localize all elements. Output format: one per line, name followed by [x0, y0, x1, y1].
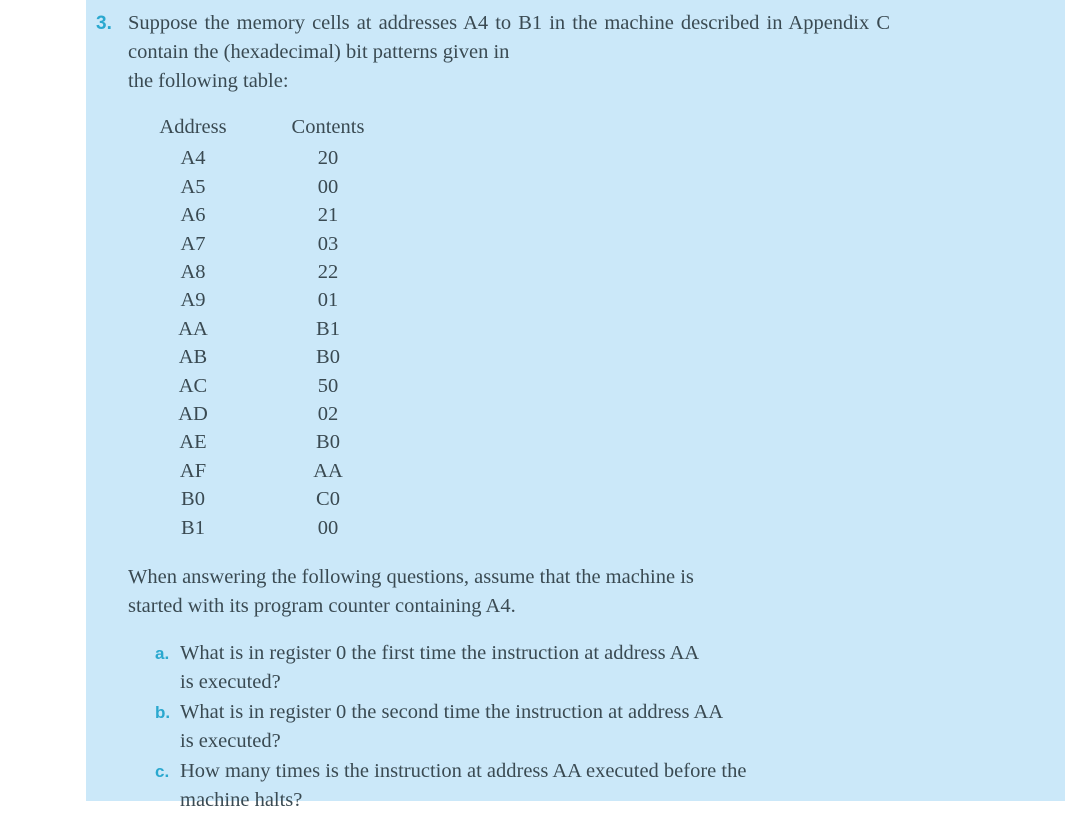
intro-line-3: the following table:	[128, 70, 289, 92]
cell-contents: B0	[316, 346, 340, 369]
cell-address: AC	[178, 374, 208, 397]
memory-contents-table: Address Contents A4 20 A5 00 A6 21 A7 03 A8 22 A9 0…	[133, 113, 403, 542]
table-row: A7 03	[133, 230, 403, 258]
cell-contents: 20	[317, 147, 339, 170]
cell-address: AE	[179, 431, 207, 454]
page-root: 3. Suppose the memory cells at addresses…	[0, 0, 1065, 811]
column-header-address: Address	[159, 116, 227, 138]
cell-address: A5	[180, 175, 206, 198]
table-head: Address Contents	[133, 113, 403, 144]
subquestion-letter: b.	[155, 703, 171, 723]
subquestion-line-1: What is in register 0 the second time th…	[180, 701, 724, 724]
table-row: AB B0	[133, 343, 403, 371]
assume-line-2: started with its program counter contain…	[128, 595, 516, 618]
cell-contents: 00	[317, 516, 339, 539]
table-row: AF AA	[133, 457, 403, 485]
subquestion-text: What is in register 0 the first time the…	[180, 639, 891, 697]
subquestion-text: What is in register 0 the second time th…	[180, 698, 891, 756]
intro-line-1: Suppose the memory cells at addresses A4…	[128, 12, 674, 34]
table-row: A8 22	[133, 258, 403, 286]
cell-address: A9	[180, 289, 206, 312]
subquestion-b: b. What is in register 0 the second time …	[155, 698, 891, 756]
problem-number: 3.	[96, 13, 112, 34]
cell-address: AF	[179, 459, 207, 482]
subquestion-c: c. How many times is the instruction at a…	[155, 757, 891, 815]
subquestion-letter: a.	[155, 644, 170, 664]
cell-address: A4	[180, 147, 206, 170]
subquestion-line-1: How many times is the instruction at add…	[180, 760, 747, 783]
cell-address: AA	[178, 317, 208, 340]
table-row: B1 00	[133, 514, 403, 542]
cell-address: AB	[178, 346, 208, 369]
cell-contents: 22	[317, 261, 339, 284]
cell-address: B1	[181, 516, 205, 539]
column-header-contents: Contents	[291, 116, 365, 138]
table-row: A9 01	[133, 286, 403, 314]
cell-address: A6	[180, 204, 206, 227]
cell-contents: 02	[317, 403, 339, 426]
cell-contents: 50	[317, 374, 339, 397]
cell-contents: 01	[317, 289, 339, 312]
assumption-paragraph: When answering the following questions, …	[128, 563, 890, 621]
cell-address: A7	[180, 232, 206, 255]
problem-body: Suppose the memory cells at addresses A4…	[128, 9, 890, 815]
subquestion-line-1: What is in register 0 the first time the…	[180, 642, 700, 665]
cell-contents: 21	[317, 204, 339, 227]
subquestion-list: a. What is in register 0 the first time t…	[155, 639, 891, 815]
subquestion-line-2: is executed?	[180, 671, 281, 694]
table-row: AE B0	[133, 428, 403, 456]
cell-address: AD	[178, 403, 208, 426]
assume-line-1: When answering the following questions, …	[128, 566, 694, 589]
table-row: A6 21	[133, 201, 403, 229]
cell-contents: 03	[317, 232, 339, 255]
cell-contents: AA	[313, 459, 343, 482]
problem-3: 3. Suppose the memory cells at addresses…	[96, 0, 896, 815]
table-row: B0 C0	[133, 485, 403, 513]
exercise-content: 3. Suppose the memory cells at addresses…	[96, 0, 896, 811]
table-row: A5 00	[133, 173, 403, 201]
table-row: AD 02	[133, 400, 403, 428]
table-row: AC 50	[133, 372, 403, 400]
table-body: A4 20 A5 00 A6 21 A7 03 A8 22 A9 01 AA B1 AB B0 AC 50 AD 02…	[133, 144, 403, 542]
cell-contents: 00	[317, 175, 339, 198]
subquestion-a: a. What is in register 0 the first time t…	[155, 639, 891, 697]
subquestion-line-2: is executed?	[180, 730, 281, 753]
cell-address: A8	[180, 261, 206, 284]
cell-contents: B0	[316, 431, 340, 454]
cell-contents: C0	[316, 488, 340, 511]
table-row: AA B1	[133, 315, 403, 343]
table-row: A4 20	[133, 144, 403, 172]
subquestion-letter: c.	[155, 762, 170, 782]
table-header-row: Address Contents	[133, 113, 403, 144]
cell-address: B0	[181, 488, 205, 511]
cell-contents: B1	[316, 317, 340, 340]
intro-paragraph: Suppose the memory cells at addresses A4…	[128, 9, 890, 96]
subquestion-text: How many times is the instruction at add…	[180, 757, 891, 815]
